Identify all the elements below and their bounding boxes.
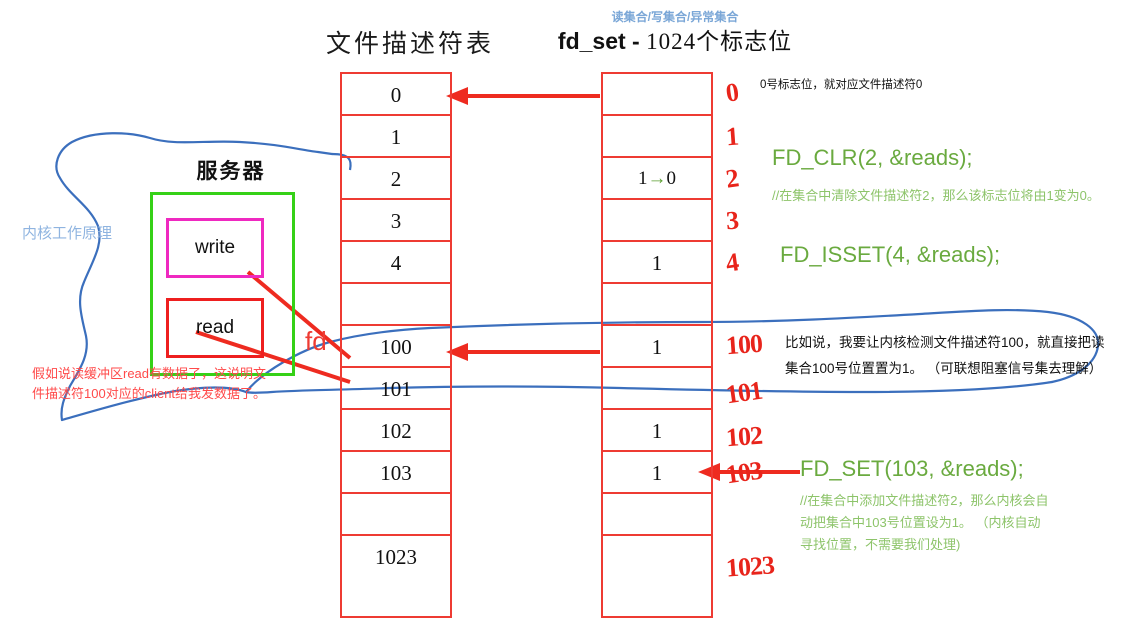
fd-table-row: 103 <box>342 452 450 494</box>
fd-clr-comment: //在集合中清除文件描述符2，那么该标志位将由1变为0。 <box>772 188 1100 203</box>
fd-table-row <box>342 494 450 536</box>
bit-after: 0 <box>666 168 677 189</box>
read-buffer-box: read <box>166 298 264 358</box>
fd-set-table-row <box>603 74 711 116</box>
write-buffer-box: write <box>166 218 264 278</box>
fd-set-title-suffix: 1024个标志位 <box>646 29 793 54</box>
fd-isset-code: FD_ISSET(4, &reads); <box>780 242 1001 267</box>
fd-set-table-row <box>603 536 711 578</box>
fd-table-title: 文件描述符表 <box>325 31 494 58</box>
fd-set-table-row <box>603 200 711 242</box>
fd-tag-label: fd <box>305 326 327 356</box>
fd-table-row: 3 <box>342 200 450 242</box>
read-buffer-label: read <box>195 317 235 338</box>
hand-index-4: 4 <box>723 247 740 278</box>
fd-table-row: 0 <box>342 74 450 116</box>
fd-set-table: 1→0 1 1 1 1 <box>601 72 713 618</box>
bubble-note: 比如说，我要让内核检测文件描述符100，就直接把读 集合100号位置置为1。 （… <box>785 330 1105 382</box>
fd-table-row: 1 <box>342 116 450 158</box>
fd-table-row: 101 <box>342 368 450 410</box>
change-arrow-icon: → <box>647 168 667 189</box>
fd-table-row: 1023 <box>375 545 417 569</box>
read-buffer-note-line2: 件描述符100对应的client给我发数据了。 <box>32 386 267 401</box>
fd-table-row: 2 <box>342 158 450 200</box>
hand-index-100: 100 <box>724 328 763 361</box>
fd-set-table-row: 1→0 <box>603 158 711 200</box>
hand-index-3: 3 <box>724 205 739 236</box>
fd-table-row <box>342 284 450 326</box>
bubble-note-line1: 比如说，我要让内核检测文件描述符100，就直接把读 <box>785 335 1105 350</box>
hand-index-2: 2 <box>723 163 740 194</box>
bit-before: 1 <box>638 168 648 189</box>
fd-clr-code: FD_CLR(2, &reads); <box>772 145 973 170</box>
bubble-note-line2: 集合100号位置置为1。 （可联想阻塞信号集去理解） <box>785 361 1103 376</box>
read-buffer-note-line1: 假如说读缓冲区read有数据了，这说明文 <box>32 366 267 381</box>
fd-table-row: 100 <box>342 326 450 368</box>
fd-set-code: FD_SET(103, &reads); <box>800 456 1024 481</box>
fd-set-table-row: 1 <box>603 326 711 368</box>
fd-table-row: 102 <box>342 410 450 452</box>
arrow-row0 <box>446 87 600 105</box>
flag-bit-note: 0号标志位，就对应文件描述符0 <box>760 79 923 91</box>
hand-index-1: 1 <box>724 121 739 152</box>
fd-set-table-row: 1 <box>603 410 711 452</box>
server-label: 服务器 <box>196 159 266 183</box>
hand-index-0: 0 <box>723 77 740 108</box>
fd-set-table-row: 1 <box>603 242 711 284</box>
fd-set-comment: //在集合中添加文件描述符2，那么内核会自动把集合中103号位置设为1。 （内核… <box>800 493 1049 552</box>
fd-set-table-row <box>603 284 711 326</box>
arrow-row100 <box>446 343 600 361</box>
kernel-principle-label: 内核工作原理 <box>22 225 113 242</box>
hand-index-101: 101 <box>724 375 764 410</box>
write-buffer-label: write <box>194 237 236 258</box>
fd-set-table-row <box>603 368 711 410</box>
fd-set-table-row <box>603 494 711 536</box>
fd-set-title: fd_set - 1024个标志位 <box>545 22 805 56</box>
fd-set-table-row: 1 <box>603 452 711 494</box>
file-descriptor-table: 0 1 2 3 4 100 101 102 103 1023 <box>340 72 452 618</box>
fd-set-title-main: fd_set - <box>557 28 647 54</box>
fd-set-table-row <box>603 116 711 158</box>
hand-index-103: 103 <box>724 455 764 490</box>
hand-index-102: 102 <box>724 420 763 453</box>
read-buffer-note: 假如说读缓冲区read有数据了，这说明文 件描述符100对应的client给我发… <box>32 364 266 404</box>
fd-table-row: 4 <box>342 242 450 284</box>
hand-index-1023: 1023 <box>725 550 775 583</box>
